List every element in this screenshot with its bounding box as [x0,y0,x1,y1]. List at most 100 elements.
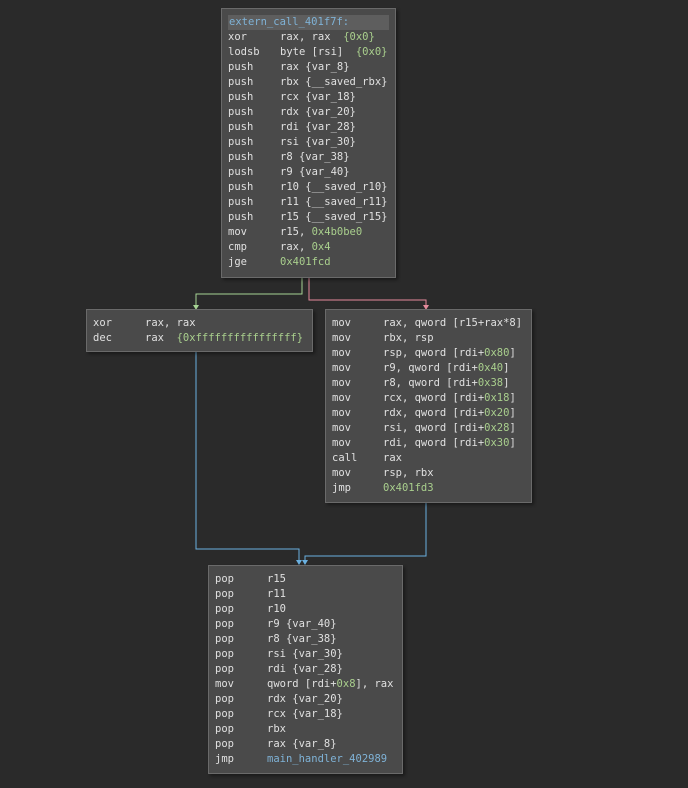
instruction-mnemonic: lodsb [228,46,260,58]
hex-literal[interactable]: 0x18 [484,392,509,404]
instruction-line[interactable]: push rdi {var_28} [228,120,389,135]
instruction-line[interactable]: mov rdi, qword [rdi+0x30] [332,436,525,451]
basic-block-left[interactable]: xor rax, rax dec rax {0xffffffffffffffff} [86,309,313,352]
instruction-mnemonic: mov [332,422,351,434]
instruction-line[interactable]: mov r8, qword [rdi+0x38] [332,376,525,391]
instruction-line[interactable]: push r8 {var_38} [228,150,389,165]
instruction-line[interactable]: push rbx {__saved_rbx} [228,75,389,90]
instruction-line[interactable]: push r11 {__saved_r11} [228,195,389,210]
instruction-operands: rcx {var_18} [267,707,343,722]
instruction-line[interactable]: pop r9 {var_40} [215,617,396,632]
instruction-line[interactable]: push r10 {__saved_r10} [228,180,389,195]
hex-literal[interactable]: 0x38 [478,377,503,389]
operand-text: rdx, qword [rdi+ [383,407,485,419]
instruction-operands: 0x401fd3 [383,481,434,496]
instruction-line[interactable]: dec rax {0xffffffffffffffff} [93,331,306,346]
operand-text: rdi {var_28} [280,121,356,133]
instruction-line[interactable]: xor rax, rax [93,316,306,331]
edge-right-to-exit [304,503,427,561]
operand-text: ], rax [355,678,394,690]
hex-literal[interactable]: 0x8 [337,678,356,690]
instruction-line[interactable]: mov rcx, qword [rdi+0x18] [332,391,525,406]
operand-text: rax, qword [r15+rax*8] [383,317,523,329]
instruction-line[interactable]: jmp main_handler_402989 [215,752,396,767]
edge-entry-to-left [195,278,303,306]
instruction-line[interactable]: mov r15, 0x4b0be0 [228,225,389,240]
hex-literal[interactable]: 0x401fcd [280,256,331,268]
instruction-line[interactable]: mov rsp, qword [rdi+0x80] [332,346,525,361]
hex-literal[interactable]: {0x0} [356,46,388,58]
instruction-line[interactable]: pop rsi {var_30} [215,647,396,662]
instruction-line[interactable]: call rax [332,451,525,466]
instruction-operands: rsi {var_30} [280,135,356,150]
operand-text: r8, qword [rdi+ [383,377,478,389]
hex-literal[interactable]: 0x40 [478,362,503,374]
instruction-line[interactable]: pop rdi {var_28} [215,662,396,677]
instruction-line[interactable]: mov rdx, qword [rdi+0x20] [332,406,525,421]
instruction-mnemonic: pop [215,738,234,750]
basic-block-exit[interactable]: pop r15 pop r11 pop r10 pop r9 {var_40} pop r8 {v… [208,565,403,774]
instruction-line[interactable]: pop r8 {var_38} [215,632,396,647]
instruction-operands: rsi {var_30} [267,647,343,662]
instruction-line[interactable]: push rcx {var_18} [228,90,389,105]
instruction-line[interactable]: mov qword [rdi+0x8], rax [215,677,396,692]
instruction-line[interactable]: cmp rax, 0x4 [228,240,389,255]
instruction-line[interactable]: mov rsp, rbx [332,466,525,481]
instruction-line[interactable]: pop r15 [215,572,396,587]
instruction-line[interactable]: pop rbx [215,722,396,737]
instruction-operands: 0x401fcd [280,255,331,270]
instruction-mnemonic: mov [228,226,247,238]
operand-text: rdi {var_28} [267,663,343,675]
instruction-mnemonic: jmp [215,753,234,765]
instruction-operands: rdi, qword [rdi+0x30] [383,436,516,451]
instruction-line[interactable]: push rax {var_8} [228,60,389,75]
instruction-line[interactable]: mov rax, qword [r15+rax*8] [332,316,525,331]
instruction-line[interactable]: mov r9, qword [rdi+0x40] [332,361,525,376]
instruction-line[interactable]: push rsi {var_30} [228,135,389,150]
instruction-operands: r15 [267,572,286,587]
instruction-operands: rdx, qword [rdi+0x20] [383,406,516,421]
instruction-operands: r9, qword [rdi+0x40] [383,361,509,376]
instruction-mnemonic: mov [215,678,234,690]
hex-literal[interactable]: 0x401fd3 [383,482,434,494]
operand-text: r11 {__saved_r11} [280,196,388,208]
instruction-line[interactable]: mov rbx, rsp [332,331,525,346]
instruction-line[interactable]: mov rsi, qword [rdi+0x28] [332,421,525,436]
hex-literal[interactable]: 0x80 [484,347,509,359]
basic-block-right[interactable]: mov rax, qword [r15+rax*8] mov rbx, rsp mov r… [325,309,532,503]
hex-literal[interactable]: 0x30 [484,437,509,449]
instruction-mnemonic: push [228,211,254,223]
hex-literal[interactable]: 0x4 [312,241,331,253]
function-label[interactable]: extern_call_401f7f: [228,15,389,30]
instruction-line[interactable]: pop rax {var_8} [215,737,396,752]
instruction-line[interactable]: pop rcx {var_18} [215,707,396,722]
instruction-operands: r10 {__saved_r10} [280,180,387,195]
hex-literal[interactable]: 0x4b0be0 [312,226,363,238]
operand-text: r10 [267,603,286,615]
hex-literal[interactable]: 0x20 [484,407,509,419]
operand-text: rax, rax [280,31,344,43]
instruction-operands: byte [rsi] {0x0} [280,45,387,60]
hex-literal[interactable]: 0x28 [484,422,509,434]
instruction-line[interactable]: lodsb byte [rsi] {0x0} [228,45,389,60]
instruction-line[interactable]: push r9 {var_40} [228,165,389,180]
operand-text: rsi {var_30} [267,648,343,660]
symbol-reference[interactable]: main_handler_402989 [267,753,387,765]
operand-text: rsi {var_30} [280,136,356,148]
instruction-line[interactable]: pop r11 [215,587,396,602]
instruction-line[interactable]: pop rdx {var_20} [215,692,396,707]
instruction-line[interactable]: jge 0x401fcd [228,255,389,270]
instruction-line[interactable]: push rdx {var_20} [228,105,389,120]
instruction-line[interactable]: jmp 0x401fd3 [332,481,525,496]
instruction-line[interactable]: pop r10 [215,602,396,617]
hex-literal[interactable]: {0x0} [343,31,375,43]
instruction-mnemonic: cmp [228,241,247,253]
hex-literal[interactable]: {0xffffffffffffffff} [177,332,303,344]
basic-block-entry[interactable]: extern_call_401f7f: xor rax, rax {0x0} lods… [221,8,396,278]
instruction-mnemonic: mov [332,362,351,374]
instruction-line[interactable]: xor rax, rax {0x0} [228,30,389,45]
instruction-line[interactable]: push r15 {__saved_r15} [228,210,389,225]
operand-text: ] [503,377,510,389]
instruction-operands: r15, 0x4b0be0 [280,225,362,240]
instruction-operands: rax, qword [r15+rax*8] [383,316,522,331]
